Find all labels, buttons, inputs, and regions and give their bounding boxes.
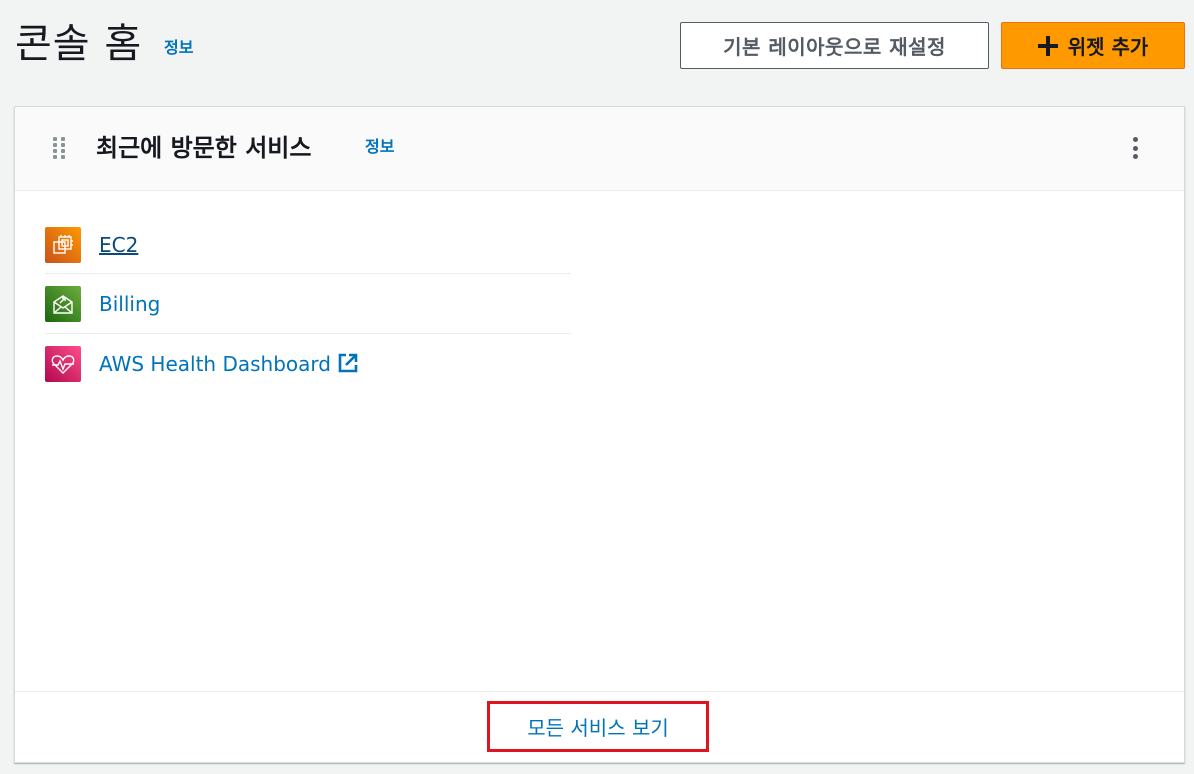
plus-icon (1037, 35, 1058, 56)
list-item: EC2 (45, 217, 571, 274)
service-list: EC2 Billing AWS Health Dashboard (45, 217, 571, 394)
widget-footer: 모든 서비스 보기 (15, 691, 1184, 762)
view-all-services-label: 모든 서비스 보기 (527, 716, 669, 740)
health-icon (45, 346, 81, 382)
page-title: 콘솔 홈 (15, 21, 143, 67)
health-dashboard-label: AWS Health Dashboard (99, 352, 331, 376)
external-link-icon (338, 353, 358, 373)
widget-title: 최근에 방문한 서비스 (96, 134, 312, 162)
widget-header: 최근에 방문한 서비스 정보 (15, 107, 1184, 191)
list-item: Billing (45, 274, 571, 334)
add-widget-label: 위젯 추가 (1067, 35, 1149, 59)
widget-info-link[interactable]: 정보 (365, 137, 394, 157)
page-info-link[interactable]: 정보 (164, 38, 193, 58)
list-item: AWS Health Dashboard (45, 334, 571, 394)
service-link-ec2[interactable]: EC2 (99, 233, 138, 257)
more-actions-icon[interactable] (1125, 135, 1145, 161)
service-link-billing[interactable]: Billing (99, 292, 160, 316)
billing-icon (45, 285, 81, 322)
reset-layout-label: 기본 레이아웃으로 재설정 (723, 35, 946, 59)
recent-services-widget: 최근에 방문한 서비스 정보 EC2 Billing AWS Health Da… (14, 106, 1185, 763)
drag-handle-icon[interactable] (53, 137, 67, 159)
reset-layout-button[interactable]: 기본 레이아웃으로 재설정 (680, 22, 989, 69)
add-widget-button[interactable]: 위젯 추가 (1001, 22, 1185, 69)
view-all-services-link[interactable]: 모든 서비스 보기 (487, 701, 709, 752)
ec2-icon (45, 227, 81, 263)
service-link-health-dashboard[interactable]: AWS Health Dashboard (99, 352, 359, 376)
